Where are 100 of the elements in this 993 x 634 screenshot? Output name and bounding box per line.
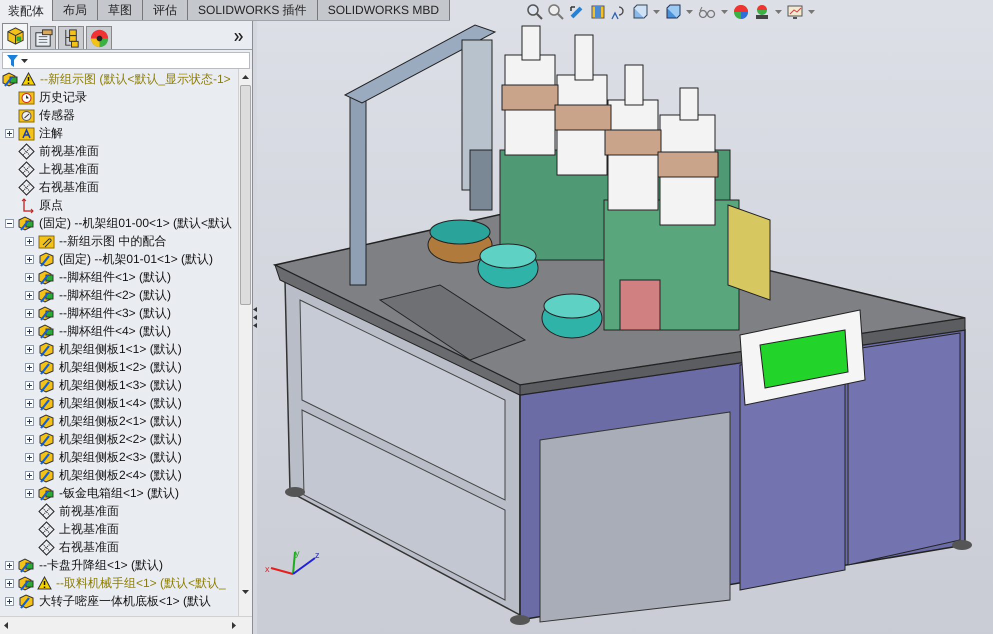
part-icon (38, 250, 55, 268)
expand-icon[interactable] (24, 416, 34, 426)
tree-item-label[interactable]: 前视基准面 (59, 502, 119, 520)
tree-item-label[interactable]: --脚杯组件<3> (默认) (59, 304, 172, 322)
expand-icon[interactable] (24, 362, 34, 372)
command-tab[interactable]: 评估 (143, 0, 188, 20)
tree-item-label[interactable]: --脚杯组件<4> (默认) (59, 322, 172, 340)
tree-item-label[interactable]: 机架组侧板1<1> (默认) (59, 340, 182, 358)
panel-tab[interactable] (58, 26, 84, 49)
command-tab[interactable]: 草图 (98, 0, 143, 20)
tree-item-label[interactable]: --脚杯组件<2> (默认) (59, 286, 172, 304)
section-view-icon[interactable] (590, 4, 606, 20)
command-tab[interactable]: SOLIDWORKS MBD (318, 0, 450, 20)
panel-tab[interactable] (86, 26, 112, 49)
tree-item-label[interactable]: 机架组侧板1<2> (默认) (59, 358, 182, 376)
tree-item-label[interactable]: 机架组侧板2<2> (默认) (59, 430, 182, 448)
caret-icon[interactable] (686, 10, 693, 14)
monitor-icon[interactable] (787, 4, 803, 20)
tree-item-label[interactable]: 原点 (39, 196, 63, 214)
expand-icon[interactable] (24, 272, 34, 282)
scroll-up-icon[interactable] (242, 75, 249, 79)
plane-icon (38, 502, 55, 520)
tree-item-label[interactable]: 机架组侧板2<1> (默认) (59, 412, 182, 430)
cube-icon[interactable] (665, 4, 681, 20)
tree-item-label[interactable]: 机架组侧板2<4> (默认) (59, 466, 182, 484)
expand-icon[interactable] (24, 380, 34, 390)
expand-icon[interactable] (4, 596, 14, 606)
expand-icon[interactable] (24, 344, 34, 354)
tree-item-label[interactable]: 传感器 (39, 106, 75, 124)
tree-item-label[interactable]: (固定) --机架组01-00<1> (默认<默认 (39, 214, 232, 232)
horizontal-scrollbar[interactable] (0, 616, 252, 634)
plane-icon (18, 178, 35, 196)
tree-item-label[interactable]: 右视基准面 (59, 538, 119, 556)
panel-tab[interactable] (2, 23, 28, 49)
property-sheet-icon (32, 28, 54, 48)
display-manager-icon (88, 28, 110, 48)
expand-icon[interactable] (24, 308, 34, 318)
tree-item-label[interactable]: 机架组侧板2<3> (默认) (59, 448, 182, 466)
expand-icon[interactable] (24, 398, 34, 408)
assembly-icon (38, 286, 55, 304)
scroll-right-icon[interactable] (232, 622, 236, 629)
previous-view-icon[interactable] (569, 4, 585, 20)
expand-icon[interactable] (4, 128, 14, 138)
part-icon (38, 430, 55, 448)
tree-item-label[interactable]: --卡盘升降组<1> (默认) (39, 556, 164, 574)
tree-item-label[interactable]: 上视基准面 (39, 160, 99, 178)
clock-folder-icon (18, 88, 35, 106)
tree-item-label[interactable]: 机架组侧板1<4> (默认) (59, 394, 182, 412)
vertical-scrollbar[interactable] (238, 69, 252, 616)
expand-icon[interactable] (24, 452, 34, 462)
collapse-handle-icon[interactable] (253, 305, 257, 329)
expand-icon[interactable] (24, 434, 34, 444)
scrollbar-thumb[interactable] (240, 85, 251, 305)
command-tab[interactable]: SOLIDWORKS 插件 (188, 0, 318, 20)
command-tab[interactable]: 装配体 (0, 0, 53, 21)
expand-icon[interactable] (24, 488, 34, 498)
tree-item-label[interactable]: 前视基准面 (39, 142, 99, 160)
tree-item-label[interactable]: --新组示图 中的配合 (59, 232, 166, 250)
assembly-icon (18, 214, 35, 232)
assembly-icon (38, 304, 55, 322)
caret-icon[interactable] (808, 10, 815, 14)
scroll-down-icon[interactable] (242, 590, 249, 594)
zoom-area-icon[interactable] (548, 4, 564, 20)
caret-icon[interactable] (721, 10, 728, 14)
scroll-left-icon[interactable] (4, 622, 8, 629)
caret-icon[interactable] (775, 10, 782, 14)
assembly-icon (18, 574, 35, 592)
tree-item-label[interactable]: --取料机械手组<1> (默认<默认_ (56, 574, 226, 592)
expand-icon[interactable] (4, 578, 14, 588)
expand-icon[interactable] (24, 290, 34, 300)
plane-icon (18, 160, 35, 178)
panel-tab[interactable] (30, 26, 56, 49)
zoom-fit-icon[interactable] (527, 4, 543, 20)
expand-icon[interactable] (24, 470, 34, 480)
tree-item-label[interactable]: 右视基准面 (39, 178, 99, 196)
assembly-icon (2, 70, 19, 88)
tree-item-label[interactable]: 机架组侧板1<3> (默认) (59, 376, 182, 394)
expand-icon[interactable] (24, 254, 34, 264)
tree-item-label[interactable]: -钣金电箱组<1> (默认) (59, 484, 180, 502)
tree-item-label[interactable]: 历史记录 (39, 88, 87, 106)
tree-item-label[interactable]: 大转子嘧座一体机底板<1> (默认 (39, 592, 212, 610)
collapse-icon[interactable] (4, 218, 14, 228)
tree-item-label[interactable]: --脚杯组件<1> (默认) (59, 268, 172, 286)
paperclip-folder-icon (38, 232, 55, 250)
caret-icon[interactable] (653, 10, 660, 14)
appearance-sphere-icon[interactable] (733, 4, 749, 20)
tree-item-label[interactable]: --新组示图 (默认<默认_显示状态-1> (40, 70, 231, 88)
expand-icon[interactable] (24, 236, 34, 246)
expand-icon[interactable] (24, 326, 34, 336)
scene-sphere-icon[interactable] (754, 4, 770, 20)
tree-item-label[interactable]: 上视基准面 (59, 520, 119, 538)
gauge-folder-icon (18, 106, 35, 124)
tree-item-label[interactable]: 注解 (39, 124, 63, 142)
expand-icon[interactable] (4, 560, 14, 570)
filter-field[interactable] (2, 52, 250, 69)
glasses-icon[interactable] (698, 4, 716, 20)
view-orientation-icon[interactable] (632, 4, 648, 20)
tree-item-label[interactable]: (固定) --机架01-01<1> (默认) (59, 250, 214, 268)
command-tab[interactable]: 布局 (53, 0, 98, 20)
double-chevron-icon[interactable] (234, 33, 244, 41)
